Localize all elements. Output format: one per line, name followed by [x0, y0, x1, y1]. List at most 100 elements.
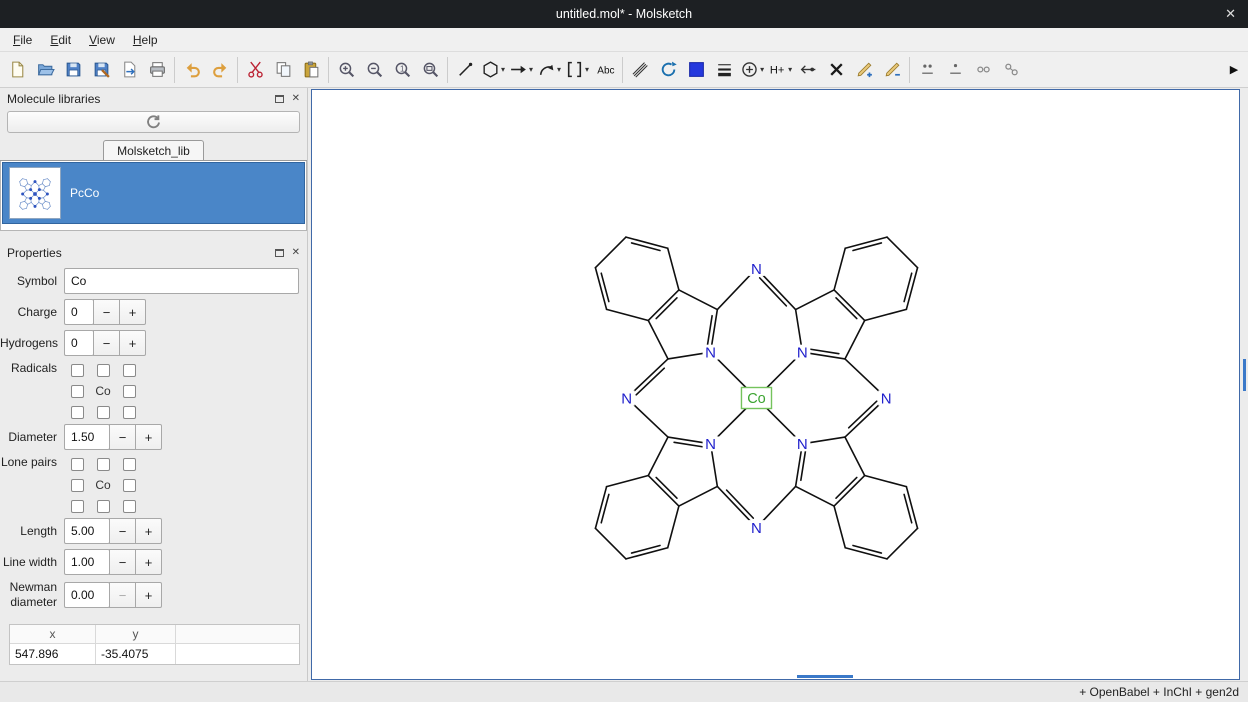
prop-hydrogens-decrement[interactable]: −: [93, 330, 120, 356]
toolbar-pen-add-button[interactable]: [850, 56, 878, 84]
prop-diameter-increment[interactable]: +: [135, 424, 162, 450]
metal-atom-label[interactable]: Co: [747, 391, 766, 407]
prop-line_width-decrement[interactable]: −: [109, 549, 136, 575]
lone_pairs-checkbox[interactable]: [123, 500, 136, 513]
toolbar-lone-pair-tool-button[interactable]: [913, 56, 941, 84]
toolbar-paste-button[interactable]: [297, 56, 325, 84]
toolbar-zoom-out-button[interactable]: [360, 56, 388, 84]
lone_pairs-checkbox[interactable]: [71, 500, 84, 513]
menu-view[interactable]: View: [80, 30, 124, 50]
toolbar-rotate-button[interactable]: [654, 56, 682, 84]
prop-line_width-increment[interactable]: +: [135, 549, 162, 575]
toolbar-pen-remove-button[interactable]: [878, 56, 906, 84]
nitrogen-atom-label[interactable]: N: [797, 436, 808, 453]
prop-length-input[interactable]: [64, 518, 110, 544]
prop-hydrogens-input[interactable]: [64, 330, 94, 356]
radicals-checkbox[interactable]: [71, 385, 84, 398]
toolbar-connect-button[interactable]: [794, 56, 822, 84]
menu-help[interactable]: Help: [124, 30, 167, 50]
radicals-checkbox[interactable]: [97, 406, 110, 419]
close-panel-icon[interactable]: ✕: [292, 94, 300, 104]
radicals-checkbox[interactable]: [123, 385, 136, 398]
toolbar-text-button[interactable]: Abc: [591, 56, 619, 84]
close-panel-icon[interactable]: ✕: [292, 248, 300, 258]
lone_pairs-checkbox[interactable]: [97, 500, 110, 513]
library-item-pcco[interactable]: PcCo: [2, 162, 305, 224]
radicals-checkbox[interactable]: [97, 364, 110, 377]
drawing-canvas[interactable]: NNNNNNNNCo: [311, 89, 1240, 680]
lone_pairs-checkbox[interactable]: [71, 479, 84, 492]
chevron-down-icon[interactable]: ▾: [760, 65, 764, 74]
prop-symbol-input[interactable]: [64, 268, 299, 294]
toolbar-electron-pair-tool-button[interactable]: [969, 56, 997, 84]
lone_pairs-checkbox[interactable]: [123, 458, 136, 471]
prop-charge-decrement[interactable]: −: [93, 299, 120, 325]
prop-diameter-input[interactable]: [64, 424, 110, 450]
toolbar-export-button[interactable]: [115, 56, 143, 84]
lone_pairs-checkbox[interactable]: [71, 458, 84, 471]
toolbar-overflow-button[interactable]: ▶: [1223, 56, 1245, 84]
radicals-checkbox[interactable]: [123, 364, 136, 377]
lone_pairs-checkbox[interactable]: [123, 479, 136, 492]
prop-hydrogens-increment[interactable]: +: [119, 330, 146, 356]
prop-diameter-decrement[interactable]: −: [109, 424, 136, 450]
toolbar-mechanism-arrow-button[interactable]: ▾: [535, 56, 563, 84]
menu-file[interactable]: File: [4, 30, 41, 50]
toolbar-draw-button[interactable]: [451, 56, 479, 84]
undock-panel-icon[interactable]: [275, 95, 284, 103]
prop-length-increment[interactable]: +: [135, 518, 162, 544]
prop-charge-increment[interactable]: +: [119, 299, 146, 325]
toolbar-radical-tool-button[interactable]: [941, 56, 969, 84]
toolbar-ring-button[interactable]: ▾: [479, 56, 507, 84]
nitrogen-atom-label[interactable]: N: [705, 436, 716, 453]
nitrogen-atom-label[interactable]: N: [751, 520, 762, 537]
prop-length-decrement[interactable]: −: [109, 518, 136, 544]
coord-y-value[interactable]: -35.4075: [96, 644, 176, 664]
toolbar-line-width-button[interactable]: [710, 56, 738, 84]
toolbar-cut-button[interactable]: [241, 56, 269, 84]
toolbar-zoom-fit-button[interactable]: [416, 56, 444, 84]
library-refresh-button[interactable]: [7, 111, 300, 133]
nitrogen-atom-label[interactable]: N: [751, 261, 762, 278]
toolbar-color-button[interactable]: [682, 56, 710, 84]
toolbar-group-tool-button[interactable]: [997, 56, 1025, 84]
toolbar-open-button[interactable]: [31, 56, 59, 84]
nitrogen-atom-label[interactable]: N: [881, 390, 892, 407]
toolbar-new-button[interactable]: [3, 56, 31, 84]
undock-panel-icon[interactable]: [275, 249, 284, 257]
toolbar-bracket-button[interactable]: ▾: [563, 56, 591, 84]
toolbar-redo-button[interactable]: [206, 56, 234, 84]
prop-line_width-input[interactable]: [64, 549, 110, 575]
radicals-checkbox[interactable]: [71, 364, 84, 377]
toolbar-reaction-arrow-button[interactable]: ▾: [507, 56, 535, 84]
toolbar-hash-bond-button[interactable]: [626, 56, 654, 84]
molecule-drawing[interactable]: NNNNNNNNCo: [595, 237, 917, 559]
toolbar-charge-button[interactable]: ▾: [738, 56, 766, 84]
prop-charge-input[interactable]: [64, 299, 94, 325]
chevron-down-icon[interactable]: ▾: [585, 65, 589, 74]
toolbar-undo-button[interactable]: [178, 56, 206, 84]
toolbar-save-as-button[interactable]: [87, 56, 115, 84]
toolbar-delete-button[interactable]: [822, 56, 850, 84]
nitrogen-atom-label[interactable]: N: [797, 345, 808, 362]
chevron-down-icon[interactable]: ▾: [501, 65, 505, 74]
tab-molsketch-lib[interactable]: Molsketch_lib: [103, 140, 204, 160]
chevron-down-icon[interactable]: ▾: [557, 65, 561, 74]
nitrogen-atom-label[interactable]: N: [705, 345, 716, 362]
toolbar-zoom-original-button[interactable]: 1: [388, 56, 416, 84]
toolbar-save-button[interactable]: [59, 56, 87, 84]
toolbar-copy-button[interactable]: [269, 56, 297, 84]
coord-x-value[interactable]: 547.896: [10, 644, 96, 664]
chevron-down-icon[interactable]: ▾: [529, 65, 533, 74]
radicals-checkbox[interactable]: [71, 406, 84, 419]
prop-newman_diameter-decrement[interactable]: −: [109, 582, 136, 608]
menu-edit[interactable]: Edit: [41, 30, 80, 50]
molecule-canvas-svg[interactable]: NNNNNNNNCo: [312, 90, 1239, 679]
radicals-checkbox[interactable]: [123, 406, 136, 419]
prop-newman_diameter-input[interactable]: [64, 582, 110, 608]
vertical-scrollbar[interactable]: [1243, 359, 1246, 391]
chevron-down-icon[interactable]: ▾: [788, 65, 792, 74]
toolbar-print-button[interactable]: [143, 56, 171, 84]
window-close-button[interactable]: ✕: [1225, 0, 1236, 28]
toolbar-hydrogen-button[interactable]: H+▾: [766, 56, 794, 84]
